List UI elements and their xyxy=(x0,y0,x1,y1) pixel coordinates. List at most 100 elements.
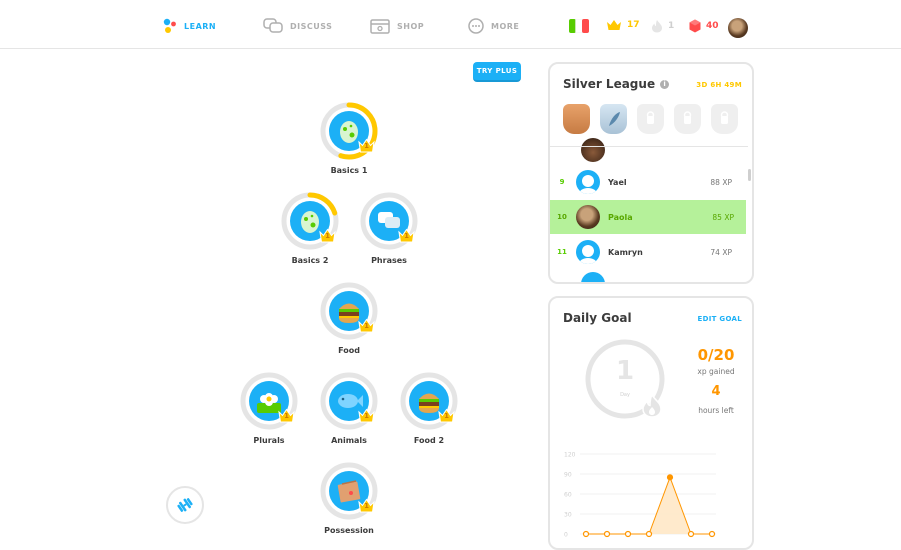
skill-basics-1[interactable]: 1 Basics 1 xyxy=(314,102,384,175)
crown-level: 1 xyxy=(364,412,369,420)
chart-y-tick-label: 0 xyxy=(564,532,568,539)
nav-shop[interactable]: SHOP xyxy=(370,18,424,34)
streak-stat[interactable]: 1 xyxy=(651,19,674,33)
skill-progress-ring: 1 xyxy=(320,102,378,160)
daily-goal-panel: Daily Goal EDIT GOAL 1 Day 0/20 xp gaine… xyxy=(548,296,754,550)
chart-point xyxy=(624,530,632,538)
streak-count: 1 xyxy=(668,21,675,31)
leaderboard-rank: 10 xyxy=(557,213,567,221)
leaderboard-row[interactable]: 9 Yael 88 XP xyxy=(550,165,744,199)
skill-animals[interactable]: 1 Animals xyxy=(314,372,384,445)
nav-discuss[interactable]: DISCUSS xyxy=(263,18,332,34)
profile-avatar[interactable] xyxy=(728,18,748,38)
avatar xyxy=(576,170,600,194)
skill-food[interactable]: 1 Food xyxy=(314,282,384,355)
leaderboard-row[interactable]: 11 Kamryn 74 XP xyxy=(550,235,744,269)
lock-icon xyxy=(720,111,729,124)
divider xyxy=(550,146,748,147)
gems-stat[interactable]: 40 xyxy=(689,19,719,33)
streak-day-number: 1 xyxy=(615,356,635,386)
chart-point xyxy=(603,530,611,538)
skill-progress-ring: 1 xyxy=(320,282,378,340)
dumbbell-icon xyxy=(177,498,193,512)
skill-progress-ring: 1 xyxy=(281,192,339,250)
league-title-text: Silver League xyxy=(563,77,656,91)
info-icon[interactable]: i xyxy=(660,79,670,89)
leaderboard-rank: 9 xyxy=(559,178,565,186)
avatar xyxy=(581,138,605,162)
skill-progress-ring: 1 xyxy=(320,372,378,430)
skill-label: Food xyxy=(338,346,360,355)
leaderboard-scrollbar[interactable] xyxy=(748,169,751,181)
skill-plurals[interactable]: 1 Plurals xyxy=(234,372,304,445)
try-plus-button[interactable]: TRY PLUS xyxy=(473,62,521,82)
streak-flame-icon xyxy=(642,394,662,418)
skill-label: Food 2 xyxy=(413,436,445,445)
leaderboard-row-current-user[interactable]: 10 Paola 85 XP xyxy=(550,200,746,234)
crown-level: 1 xyxy=(364,142,369,150)
avatar xyxy=(581,272,605,282)
crowns-stat[interactable]: 17 xyxy=(606,19,640,31)
crown-badge: 1 xyxy=(358,138,375,153)
hours-left-label: hours left xyxy=(698,406,734,415)
lock-icon xyxy=(683,111,692,124)
skill-possession[interactable]: 1 Possession xyxy=(314,462,384,535)
crown-badge: 1 xyxy=(438,408,455,423)
skill-food-2[interactable]: 1 Food 2 xyxy=(394,372,464,445)
gem-icon xyxy=(689,19,701,33)
crown-badge: 1 xyxy=(358,498,375,513)
crown-badge: 1 xyxy=(319,228,336,243)
crown-badge: 1 xyxy=(358,318,375,333)
league-timer: 3D 6H 49M xyxy=(696,81,742,89)
nav-discuss-label: DISCUSS xyxy=(290,21,333,31)
skill-basics-2[interactable]: 1 Basics 2 xyxy=(275,192,345,265)
xp-history-chart: 120 90 60 30 0 xyxy=(564,452,716,539)
lock-icon xyxy=(646,111,655,124)
crowns-count: 17 xyxy=(627,20,640,30)
crown-icon xyxy=(607,20,621,30)
nav-learn[interactable]: LEARN xyxy=(163,18,216,34)
locked-league-shield-icon xyxy=(674,104,701,134)
skill-progress-ring: 1 xyxy=(360,192,418,250)
leaderboard-rank: 11 xyxy=(557,248,567,256)
course-flag[interactable] xyxy=(569,19,589,33)
crown-level: 1 xyxy=(325,232,330,240)
league-title: Silver League i xyxy=(563,77,670,91)
leaderboard-name: Yael xyxy=(608,177,627,187)
chart-point xyxy=(687,530,695,538)
hours-left-value: 4 xyxy=(711,384,721,399)
chart-y-tick-label: 60 xyxy=(564,492,572,499)
feather-icon xyxy=(609,112,620,126)
learn-icon xyxy=(163,18,176,33)
chart-y-tick-label: 30 xyxy=(564,512,572,519)
shop-icon xyxy=(370,19,390,34)
league-panel: Silver League i 3D 6H 49M 9 Yael 88 XP 1… xyxy=(548,62,754,284)
skill-label: Basics 2 xyxy=(291,256,329,265)
chart-point xyxy=(645,530,653,538)
skill-phrases[interactable]: 1 Phrases xyxy=(354,192,424,265)
chart-y-tick-label: 90 xyxy=(564,472,572,479)
leaderboard-xp: 85 XP xyxy=(712,212,734,222)
leaderboard-name: Paola xyxy=(608,212,633,222)
chart-point xyxy=(666,474,674,481)
nav-learn-label: LEARN xyxy=(184,21,217,31)
avatar xyxy=(576,205,600,229)
discuss-icon xyxy=(263,18,283,33)
gems-count: 40 xyxy=(706,21,719,31)
crown-level: 1 xyxy=(444,412,449,420)
edit-goal-button[interactable]: EDIT GOAL xyxy=(698,315,743,323)
crown-level: 1 xyxy=(284,412,289,420)
daily-goal-title: Daily Goal xyxy=(563,311,632,325)
chart-series-line xyxy=(586,475,712,535)
chart-area xyxy=(586,477,712,534)
leaderboard-xp: 88 XP xyxy=(710,177,732,187)
skill-label: Basics 1 xyxy=(330,166,368,175)
practice-button[interactable] xyxy=(166,486,204,524)
xp-gained-value: 0/20 xyxy=(697,346,735,364)
skill-progress-ring: 1 xyxy=(240,372,298,430)
italian-flag-icon xyxy=(569,19,589,33)
nav-shop-label: SHOP xyxy=(397,21,425,31)
nav-more[interactable]: MORE xyxy=(468,18,519,34)
skill-label: Plurals xyxy=(253,436,285,445)
crown-badge: 1 xyxy=(278,408,295,423)
